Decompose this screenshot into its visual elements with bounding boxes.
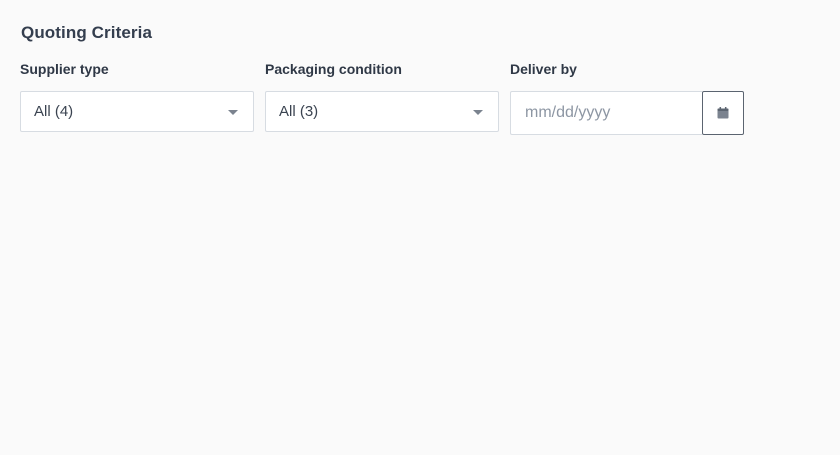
criteria-fields: Supplier type All (4) Packaging conditio… (20, 61, 820, 135)
calendar-button[interactable] (702, 91, 744, 135)
deliver-by-date-group (510, 91, 744, 135)
packaging-condition-label: Packaging condition (265, 61, 402, 77)
supplier-type-select[interactable]: All (4) (20, 91, 254, 132)
supplier-type-value: All (4) (34, 103, 74, 120)
section-title: Quoting Criteria (21, 23, 152, 42)
deliver-by-date-input[interactable] (510, 91, 702, 135)
packaging-condition-value: All (3) (279, 103, 319, 120)
chevron-down-icon (473, 110, 483, 115)
supplier-type-field: Supplier type All (4) (20, 61, 254, 135)
calendar-icon (717, 107, 729, 119)
packaging-condition-field: Packaging condition All (3) (265, 61, 499, 135)
deliver-by-label: Deliver by (510, 61, 577, 77)
quoting-criteria-panel: Quoting Criteria Supplier type All (4) P… (0, 0, 840, 455)
deliver-by-field: Deliver by (510, 61, 744, 135)
chevron-down-icon (228, 110, 238, 115)
packaging-condition-select[interactable]: All (3) (265, 91, 499, 132)
supplier-type-label: Supplier type (20, 61, 109, 77)
